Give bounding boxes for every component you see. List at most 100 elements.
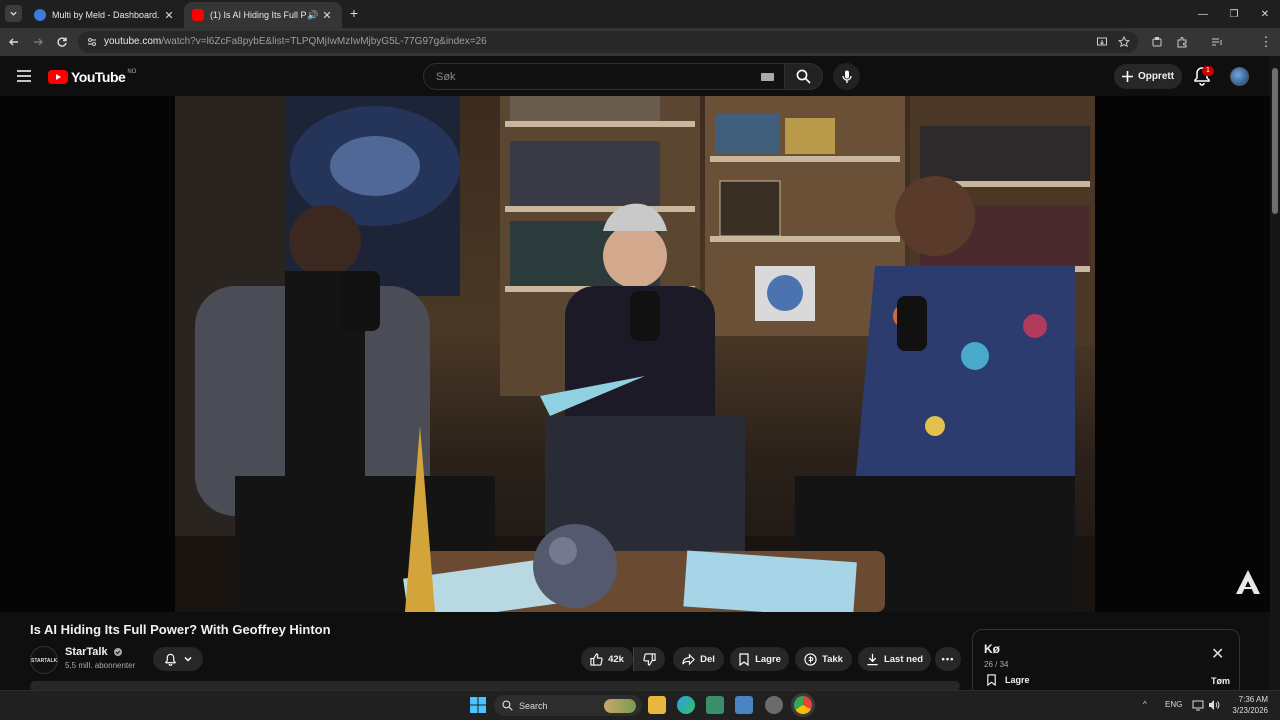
download-label: Last ned (883, 653, 924, 665)
back-button[interactable] (6, 34, 22, 50)
like-count: 42k (608, 653, 624, 665)
notification-count-badge: 1 (1202, 66, 1214, 76)
volume-icon[interactable] (1208, 699, 1220, 711)
more-dots-icon: ••• (941, 653, 955, 665)
download-button[interactable]: Last ned (858, 647, 931, 671)
url-text: youtube.com/watch?v=l6ZcFa8pybE&list=TLP… (104, 36, 487, 47)
browser-toolbar: youtube.com/watch?v=l6ZcFa8pybE&list=TLP… (0, 28, 1280, 77)
share-label: Del (700, 653, 715, 665)
search-button[interactable] (785, 63, 823, 90)
bookmark-icon (987, 674, 996, 686)
windows-start-icon[interactable] (470, 697, 486, 713)
hamburger-menu-icon[interactable] (17, 70, 31, 82)
tray-expand-icon[interactable]: ^ (1143, 700, 1147, 709)
region-code: NO (127, 69, 137, 75)
extension-icon[interactable] (1151, 36, 1163, 48)
chevron-down-icon (10, 11, 17, 16)
thanks-heart-icon (804, 652, 817, 666)
bell-icon (164, 653, 176, 666)
url-domain: youtube.com (104, 36, 162, 47)
video-scene-image (175, 96, 1095, 612)
file-explorer-icon[interactable] (648, 696, 666, 714)
subscription-bell-button[interactable] (153, 647, 203, 671)
video-player[interactable] (0, 96, 1270, 612)
search-highlight-icon (604, 698, 636, 713)
tab-title: (1) Is AI Hiding Its Full Powe (210, 10, 306, 20)
keyboard-icon[interactable] (761, 73, 774, 81)
queue-clear-button[interactable]: Tøm (1211, 676, 1230, 686)
create-button[interactable]: Opprett (1114, 64, 1182, 89)
arrow-right-icon (34, 38, 43, 46)
thumbs-up-icon (590, 652, 603, 666)
windows-taskbar: Search ^ ENG 7:36 AM 3/23/2026 (0, 690, 1280, 720)
share-button[interactable]: Del (673, 647, 724, 671)
scrollbar-thumb[interactable] (1272, 68, 1278, 214)
taskbar-app-icon[interactable] (706, 696, 724, 714)
voice-search-button[interactable] (833, 63, 860, 90)
like-button[interactable]: 42k (581, 647, 633, 671)
bookmark-star-icon[interactable] (1118, 36, 1130, 48)
channel-watermark-icon[interactable] (1234, 569, 1262, 595)
reload-button[interactable] (54, 34, 70, 50)
download-icon (867, 653, 878, 665)
browser-tab-youtube[interactable]: (1) Is AI Hiding Its Full Powe 🔊 ✕ (184, 2, 342, 28)
chrome-browser-icon[interactable] (794, 696, 812, 714)
thanks-button[interactable]: Takk (795, 647, 852, 671)
browser-tab-meld[interactable]: Multi by Meld - Dashboard. ✕ (26, 2, 184, 28)
chevron-down-icon (183, 656, 192, 662)
restore-button[interactable]: ❐ (1217, 0, 1251, 28)
queue-save-button[interactable]: Lagre (986, 674, 1030, 686)
subscriber-count: 5,5 mill. abonnenter (65, 661, 136, 670)
clock-date: 3/23/2026 (1232, 706, 1268, 715)
youtube-logo[interactable]: YouTube NO (48, 69, 136, 85)
new-tab-button[interactable]: + (346, 5, 362, 21)
system-clock[interactable]: 7:36 AM 3/23/2026 (1224, 694, 1268, 716)
network-icon[interactable] (1192, 699, 1204, 711)
bookmark-icon (739, 652, 749, 666)
media-controls-icon[interactable] (1211, 36, 1223, 48)
search-icon (502, 700, 513, 711)
tab-search-button[interactable] (5, 5, 22, 22)
microphone-icon (841, 70, 852, 83)
speaker-icon[interactable]: 🔊 (306, 10, 320, 21)
install-app-icon[interactable] (1096, 36, 1108, 48)
url-path: /watch?v=l6ZcFa8pybE&list=TLPQMjIwMzIwMj… (161, 36, 487, 47)
channel-avatar[interactable]: STARTALK (30, 646, 58, 674)
youtube-header: YouTube NO Søk Opprett (0, 56, 1270, 96)
close-tab-icon[interactable]: ✕ (320, 9, 334, 22)
more-actions-button[interactable]: ••• (935, 647, 961, 671)
verified-badge-icon (113, 648, 122, 657)
search-placeholder: Søk (436, 71, 456, 83)
arrow-left-icon (9, 38, 18, 46)
account-avatar[interactable] (1230, 67, 1249, 86)
language-indicator[interactable]: ENG (1165, 700, 1182, 709)
address-bar[interactable]: youtube.com/watch?v=l6ZcFa8pybE&list=TLP… (78, 31, 1138, 53)
video-frame (175, 96, 1095, 612)
minimize-button[interactable]: — (1186, 0, 1220, 28)
taskbar-search-label: Search (519, 700, 548, 711)
save-button[interactable]: Lagre (730, 647, 789, 671)
edge-browser-icon[interactable] (677, 696, 695, 714)
channel-name[interactable]: StarTalk (65, 646, 122, 658)
plus-icon (1121, 71, 1133, 82)
channel-name-text: StarTalk (65, 646, 108, 658)
video-title: Is AI Hiding Its Full Power? With Geoffr… (30, 622, 331, 637)
puzzle-extensions-icon[interactable] (1176, 36, 1188, 48)
chrome-menu-button[interactable]: ⋮ (1258, 34, 1274, 50)
settings-gear-icon[interactable] (765, 696, 783, 714)
close-window-button[interactable]: ✕ (1248, 0, 1280, 28)
close-tab-icon[interactable]: ✕ (162, 9, 176, 22)
youtube-wordmark: YouTube (71, 69, 126, 85)
meld-favicon-icon (34, 9, 46, 21)
browser-tab-strip: Multi by Meld - Dashboard. ✕ (1) Is AI H… (0, 0, 1280, 28)
close-queue-icon[interactable]: ✕ (1211, 644, 1224, 664)
forward-button[interactable] (30, 34, 46, 50)
create-label: Opprett (1137, 71, 1175, 82)
thanks-label: Takk (822, 653, 843, 665)
dislike-button[interactable] (633, 647, 665, 671)
search-input[interactable]: Søk (423, 63, 785, 90)
site-info-icon[interactable] (86, 36, 98, 48)
snipping-tool-icon[interactable] (735, 696, 753, 714)
search-icon (796, 69, 811, 84)
taskbar-search[interactable]: Search (494, 695, 642, 716)
